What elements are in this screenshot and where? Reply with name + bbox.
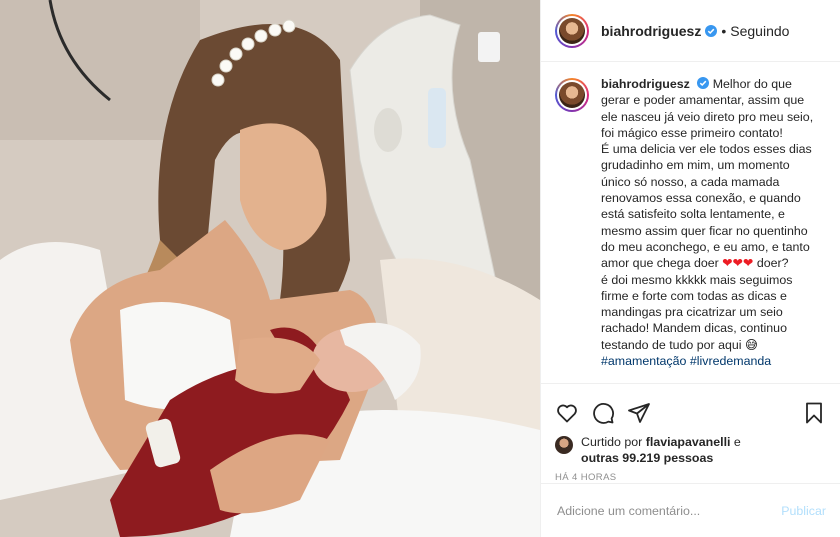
caption-line: único só nosso, a cada mamada — [601, 174, 780, 189]
liked-by-prefix: Curtido por — [581, 435, 643, 449]
caption-avatar[interactable] — [555, 78, 589, 112]
sweat-smile-emoji: 😅 — [745, 337, 758, 352]
comment-box: Publicar — [541, 483, 840, 537]
separator-dot: • — [721, 22, 727, 39]
caption-line: mesmo assim quer ficar no quentinho — [601, 223, 808, 238]
verified-badge-icon — [705, 24, 718, 37]
caption-line: rachado! Mandem dicas, continuo — [601, 321, 787, 336]
post-photo[interactable] — [0, 0, 540, 537]
liked-by-conj: e — [733, 435, 741, 449]
caption-line: está satisfeito solta lentamente, e — [601, 207, 785, 222]
photo-illustration — [0, 0, 540, 537]
caption-line: ele nasceu já veio direto pro meu seio, — [601, 109, 814, 124]
caption-line: mandingas pra cicatrizar um seio — [601, 305, 783, 320]
action-bar — [541, 383, 840, 430]
caption-line: foi mágico esse primeiro contato! — [601, 125, 783, 140]
caption-line: É uma delicia ver ele todos esses dias — [601, 142, 812, 157]
caption-line: grudadinho em mim, um momento — [601, 158, 790, 173]
heart-icon[interactable] — [555, 401, 579, 425]
post-header: biahrodriguesz • Seguindo — [541, 0, 840, 62]
share-icon[interactable] — [627, 401, 651, 425]
liker-avatar[interactable] — [555, 436, 573, 454]
comment-icon[interactable] — [591, 401, 615, 425]
avatar[interactable] — [555, 13, 589, 48]
caption-line: do meu aconchego, e eu amo, e tanto — [601, 239, 810, 254]
post-side-panel: biahrodriguesz • Seguindo biahrodriguesz… — [540, 0, 840, 537]
caption-line: Melhor do que — [712, 77, 792, 91]
caption-line: renovamos essa conexão, e quando — [601, 191, 801, 206]
author-username[interactable]: biahrodriguesz — [601, 23, 701, 39]
publish-button[interactable]: Publicar — [781, 504, 826, 518]
instagram-post: biahrodriguesz • Seguindo biahrodriguesz… — [0, 0, 840, 537]
hearts-emoji: ❤❤❤ — [722, 256, 754, 271]
caption-line: é doi mesmo kkkkk mais seguimos — [601, 272, 793, 287]
hashtag-amamentacao[interactable]: #amamentação — [601, 354, 686, 368]
post-timestamp[interactable]: HÁ 4 HORAS — [541, 466, 840, 483]
liker-username[interactable]: flaviapavanelli — [646, 435, 731, 449]
likes-count[interactable]: outras 99.219 pessoas — [581, 451, 713, 465]
bookmark-icon[interactable] — [802, 401, 826, 425]
likes-summary: Curtido por flaviapavanelli e outras 99.… — [541, 430, 840, 466]
caption-section: biahrodriguesz Melhor do que gerar e pod… — [541, 62, 840, 383]
caption-line: amor que chega doer — [601, 256, 719, 271]
caption-line: gerar e poder amamentar, assim que — [601, 93, 805, 108]
following-button[interactable]: Seguindo — [730, 23, 789, 39]
comment-input[interactable] — [555, 502, 782, 519]
caption-text: biahrodriguesz Melhor do que gerar e pod… — [601, 76, 813, 383]
caption-line: doer? — [756, 256, 789, 271]
caption-line: testando de tudo por aqui — [601, 337, 742, 352]
caption-line: firme e forte com todas as dicas e — [601, 288, 787, 303]
verified-badge-icon — [697, 77, 710, 89]
caption-username[interactable]: biahrodriguesz — [601, 77, 690, 91]
hashtag-livredemanda[interactable]: #livredemanda — [690, 354, 771, 368]
